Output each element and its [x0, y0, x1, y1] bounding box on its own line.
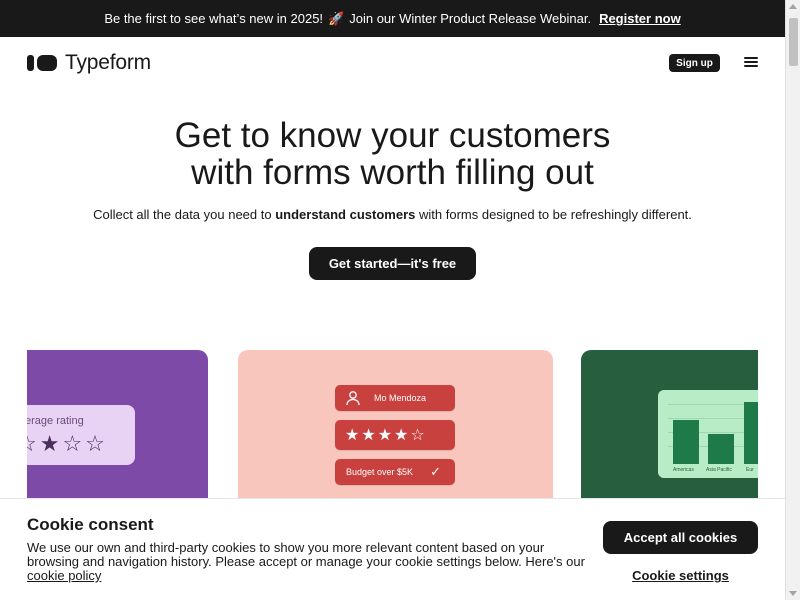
scrollbar-thumb[interactable]: [789, 18, 798, 66]
name-field: Mo Mendoza: [335, 385, 455, 411]
vertical-scrollbar[interactable]: [785, 0, 800, 600]
get-started-button[interactable]: Get started—it's free: [309, 247, 476, 280]
chart-label-asia-pacific: Asia Pacific: [706, 467, 732, 473]
star-rating-icons: ☆★☆☆: [27, 431, 108, 457]
chart-label-europe: Eur: [746, 467, 754, 473]
star-rating-field: ★★★★☆: [335, 420, 455, 450]
cookie-settings-button[interactable]: Cookie settings: [603, 568, 758, 583]
hero-subtitle-start: Collect all the data you need to: [93, 207, 272, 222]
checkmark-icon: ✓: [430, 464, 441, 479]
rating-label: erage rating: [27, 415, 84, 427]
accept-all-cookies-button[interactable]: Accept all cookies: [603, 521, 758, 554]
analytics-card: Americas Asia Pacific Eur: [581, 350, 758, 498]
hero-subtitle-bold: understand customers: [275, 207, 416, 222]
cookie-consent-title: Cookie consent: [27, 515, 154, 534]
top-navigation: Typeform Sign up: [0, 37, 785, 87]
banner-text-2: Join our Winter Product Release Webinar.: [349, 11, 592, 26]
chart-label-americas: Americas: [673, 467, 694, 473]
bar-europe: [744, 402, 758, 464]
brand-name: Typeform: [65, 51, 151, 74]
stars-text: ★☆☆: [39, 431, 108, 456]
cookie-consent-banner: Cookie consent We use our own and third-…: [0, 498, 785, 600]
hero-title-line-2: with forms worth filling out: [191, 153, 594, 192]
star-rating-icons: ★★★★☆: [345, 427, 427, 444]
hero-title: Get to know your customers with forms wo…: [0, 117, 785, 191]
cookie-text-body: We use our own and third-party cookies t…: [27, 540, 585, 569]
person-icon: [346, 391, 360, 406]
scroll-up-arrow-icon[interactable]: [789, 4, 797, 9]
rating-card: erage rating ☆★☆☆: [27, 350, 208, 498]
hero-subtitle: Collect all the data you need to underst…: [0, 207, 785, 222]
hamburger-menu-icon[interactable]: [744, 57, 758, 67]
typeform-logo-icon: [27, 55, 57, 71]
rating-widget: erage rating ☆★☆☆: [27, 405, 135, 465]
budget-label: Budget over $5K: [346, 467, 414, 477]
rocket-icon: 🚀: [328, 10, 345, 26]
register-now-link[interactable]: Register now: [599, 11, 681, 26]
cookie-consent-text: We use our own and third-party cookies t…: [27, 541, 587, 583]
announcement-banner: Be the first to see what’s new in 2025! …: [0, 0, 785, 37]
bar-asia-pacific: [708, 434, 734, 464]
person-name: Mo Mendoza: [374, 393, 427, 403]
form-card: Mo Mendoza ★★★★☆ Budget over $5K ✓: [238, 350, 553, 498]
scroll-down-arrow-icon[interactable]: [789, 591, 797, 596]
hero-subtitle-end: with forms designed to be refreshingly d…: [419, 207, 692, 222]
bar-chart: [673, 402, 758, 464]
hero-title-line-1: Get to know your customers: [174, 116, 611, 155]
typeform-logo[interactable]: Typeform: [27, 51, 151, 75]
cookie-policy-link[interactable]: cookie policy: [27, 568, 101, 583]
star-icon: ☆: [27, 431, 40, 456]
banner-text: Be the first to see what’s new in 2025!: [104, 11, 324, 26]
bar-chart-panel: Americas Asia Pacific Eur: [658, 390, 758, 478]
budget-field: Budget over $5K ✓: [335, 459, 455, 485]
bar-americas: [673, 420, 699, 464]
sign-up-button[interactable]: Sign up: [669, 54, 720, 72]
